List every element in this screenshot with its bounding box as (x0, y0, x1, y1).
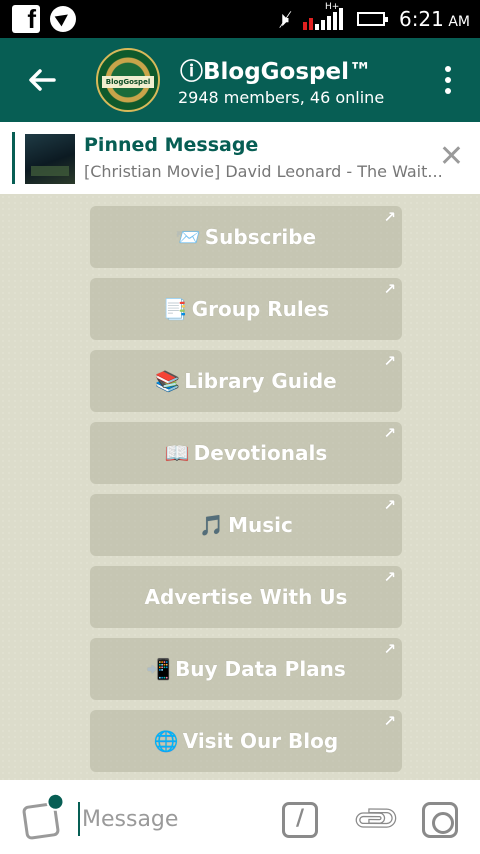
open-link-arrow-icon: ↗ (383, 712, 396, 730)
pinned-accent-bar (12, 132, 15, 184)
chat-area: 📨 Subscribe ↗ 📑 Group Rules ↗ 📚 Library … (0, 194, 480, 780)
attach-paperclip-icon[interactable]: 📎︎ (349, 791, 405, 847)
button-label: Library Guide (184, 369, 337, 393)
bot-command-icon[interactable]: / (282, 802, 318, 838)
music-note-icon: 🎵 (199, 513, 225, 537)
inline-button-library-guide[interactable]: 📚 Library Guide ↗ (90, 350, 402, 412)
battery-icon (356, 12, 388, 26)
open-link-arrow-icon: ↗ (383, 640, 396, 658)
group-subtitle[interactable]: 2948 members, 46 online (178, 88, 384, 107)
message-input[interactable] (78, 802, 258, 836)
open-link-arrow-icon: ↗ (383, 424, 396, 442)
inline-button-music[interactable]: 🎵 Music ↗ (90, 494, 402, 556)
open-link-arrow-icon: ↗ (383, 568, 396, 586)
mute-icon: 🕨̸ (276, 7, 289, 31)
signal-icon: H+ (302, 2, 343, 30)
close-icon[interactable]: ✕ (439, 142, 464, 172)
inline-button-buy-data[interactable]: 📲 Buy Data Plans ↗ (90, 638, 402, 700)
button-label: Buy Data Plans (175, 657, 346, 681)
chat-header: BlogGospel ⓘBlogGospel™ 2948 members, 46… (0, 38, 480, 122)
open-link-arrow-icon: ↗ (383, 208, 396, 226)
telegram-icon (50, 6, 76, 32)
message-input-bar: / 📎︎ (0, 780, 480, 854)
facebook-icon: f (12, 4, 40, 34)
pinned-message-bar[interactable]: Pinned Message [Christian Movie] David L… (0, 122, 480, 194)
clock-time: 6:21 (398, 7, 444, 31)
button-label: Music (228, 513, 293, 537)
button-label: Subscribe (204, 225, 317, 249)
clock: 6:21 AM (399, 7, 470, 31)
books-icon: 📚 (155, 369, 181, 393)
back-arrow-icon[interactable] (22, 60, 62, 100)
pinned-text: [Christian Movie] David Leonard - The Wa… (84, 162, 443, 181)
inline-button-devotionals[interactable]: 📖 Devotionals ↗ (90, 422, 402, 484)
open-link-arrow-icon: ↗ (383, 352, 396, 370)
open-book-icon: 📖 (164, 441, 190, 465)
document-icon: 📑 (162, 297, 188, 321)
button-label: Visit Our Blog (182, 729, 339, 753)
open-link-arrow-icon: ↗ (383, 280, 396, 298)
more-options-icon[interactable] (444, 66, 452, 94)
group-title[interactable]: ⓘBlogGospel™ (180, 52, 372, 86)
inbox-icon: 📨 (175, 225, 201, 249)
status-bar: f 🕨̸ H+ 6:21 AM (0, 0, 480, 38)
group-avatar[interactable]: BlogGospel (96, 48, 160, 112)
avatar-label: BlogGospel (102, 76, 154, 88)
open-link-arrow-icon: ↗ (383, 496, 396, 514)
inline-button-visit-blog[interactable]: 🌐 Visit Our Blog ↗ (90, 710, 402, 772)
pinned-title: Pinned Message (84, 134, 259, 156)
globe-icon: 🌐 (153, 729, 179, 753)
network-type: H+ (324, 2, 340, 12)
button-label: Group Rules (191, 297, 330, 321)
inline-button-advertise[interactable]: Advertise With Us ↗ (90, 566, 402, 628)
button-label: Advertise With Us (144, 585, 348, 609)
inline-button-group-rules[interactable]: 📑 Group Rules ↗ (90, 278, 402, 340)
camera-icon[interactable] (422, 802, 458, 838)
button-label: Devotionals (193, 441, 328, 465)
clock-ampm: AM (448, 14, 470, 30)
pinned-thumbnail (25, 134, 75, 184)
sticker-icon[interactable] (21, 801, 61, 841)
inline-button-subscribe[interactable]: 📨 Subscribe ↗ (90, 206, 402, 268)
phone-arrow-icon: 📲 (146, 657, 172, 681)
